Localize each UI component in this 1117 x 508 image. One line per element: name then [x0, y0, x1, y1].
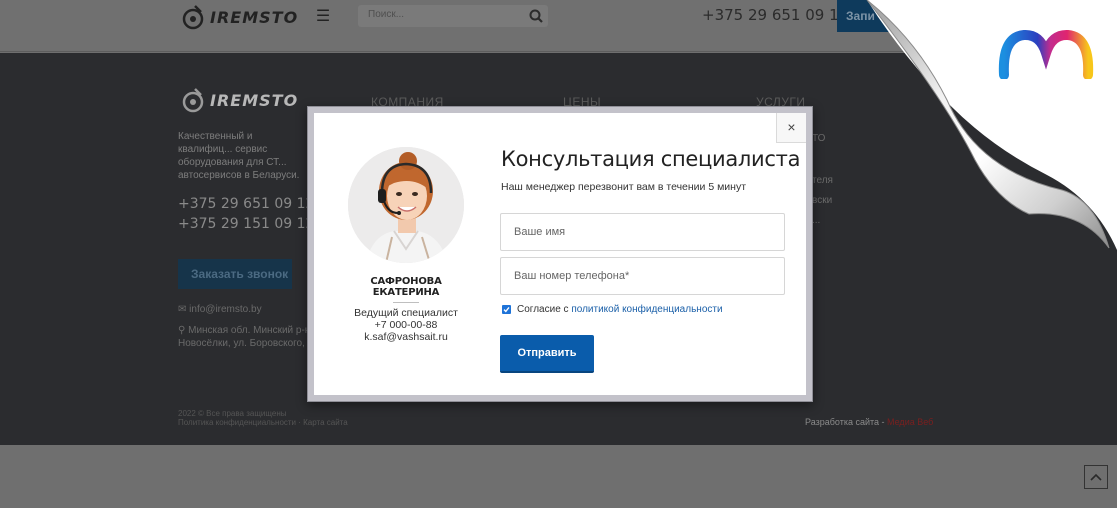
site-logo-text: IREMSTO [210, 7, 299, 27]
footer-copyright: 2022 © Все права защищены Политика конфи… [178, 409, 348, 427]
footer-description: Качественный и квалифиц... сервис оборуд… [178, 131, 300, 181]
search-icon[interactable] [528, 8, 544, 24]
modal-title: Консультация специалиста [501, 147, 801, 171]
name-input[interactable] [500, 213, 785, 251]
footer-service-item[interactable]: вски [812, 195, 832, 206]
top-bar: IREMSTO ☰ Поиск... +375 29 651 09 12 Зап… [0, 0, 1117, 52]
search-placeholder: Поиск... [368, 9, 405, 20]
header-phone[interactable]: +375 29 651 09 12 [702, 6, 848, 24]
logo-wheel-icon [182, 5, 204, 30]
footer-developer: Разработка сайта - Медиа Веб [805, 417, 933, 427]
specialist-divider [393, 302, 419, 303]
developer-link[interactable]: Медиа Веб [887, 417, 933, 427]
close-icon[interactable]: × [776, 113, 806, 143]
scroll-to-top-button[interactable] [1084, 465, 1108, 489]
search-box[interactable]: Поиск... [358, 5, 548, 27]
footer-address-text: Минская обл. Минский р-н, Новосёлки, ул.… [178, 325, 314, 349]
check-icon [503, 306, 510, 313]
developer-label: Разработка сайта - [805, 417, 888, 427]
footer-phone-1[interactable]: +375 29 651 09 12 [178, 196, 314, 212]
consent-prefix: Согласие с [517, 304, 572, 315]
specialist-avatar [348, 147, 464, 263]
footer-email-text: info@iremsto.by [189, 304, 262, 315]
footer-service-item[interactable]: ... [812, 215, 820, 226]
footer-policy-links[interactable]: Политика конфиденциальности · Карта сайт… [178, 418, 348, 427]
footer-service-item[interactable]: ТО [812, 133, 825, 144]
phone-input[interactable] [500, 257, 785, 295]
chevron-up-icon [1090, 473, 1102, 481]
menu-icon[interactable]: ☰ [312, 7, 334, 27]
consent-row: Согласие с политикой конфиденциальности [502, 304, 723, 315]
consent-label: Согласие с политикой конфиденциальности [517, 304, 723, 315]
logo-wheel-icon [182, 88, 204, 113]
footer-logo[interactable]: IREMSTO [180, 87, 298, 113]
footer-phone-2[interactable]: +375 29 151 09 12 [178, 216, 314, 232]
site-logo[interactable]: IREMSTO [180, 4, 298, 30]
privacy-policy-link[interactable]: политикой конфиденциальности [571, 304, 722, 315]
specialist-role: Ведущий специалист [354, 307, 458, 319]
footer-call-button[interactable]: Заказать звонок [178, 259, 292, 289]
footer-service-item[interactable]: теля [812, 175, 833, 186]
footer-logo-text: IREMSTO [210, 90, 299, 110]
consultation-modal: × САФРОНОВА ЕКАТЕРИНА Ведущий специалист… [314, 113, 806, 395]
specialist-phone[interactable]: +7 000-00-88 [344, 319, 468, 331]
specialist-info: Ведущий специалист +7 000-00-88 k.saf@va… [344, 307, 468, 343]
footer-email[interactable]: ✉ info@iremsto.by [178, 304, 262, 315]
mail-icon: ✉ [178, 304, 187, 315]
submit-button[interactable]: Отправить [500, 335, 594, 373]
header-cta-button[interactable]: Запи [837, 0, 897, 32]
footer-address: ⚲ Минская обл. Минский р-н, Новосёлки, у… [178, 324, 318, 350]
consent-checkbox[interactable] [502, 305, 511, 314]
brand-m-logo [998, 29, 1094, 79]
modal-subtitle: Наш менеджер перезвонит вам в течении 5 … [501, 181, 747, 193]
specialist-email[interactable]: k.saf@vashsait.ru [344, 331, 468, 343]
specialist-name: САФРОНОВА ЕКАТЕРИНА [370, 276, 442, 298]
map-pin-icon: ⚲ [178, 325, 186, 336]
footer-copyright-text: 2022 © Все права защищены [178, 409, 287, 418]
consultation-modal-frame: × САФРОНОВА ЕКАТЕРИНА Ведущий специалист… [307, 106, 813, 402]
